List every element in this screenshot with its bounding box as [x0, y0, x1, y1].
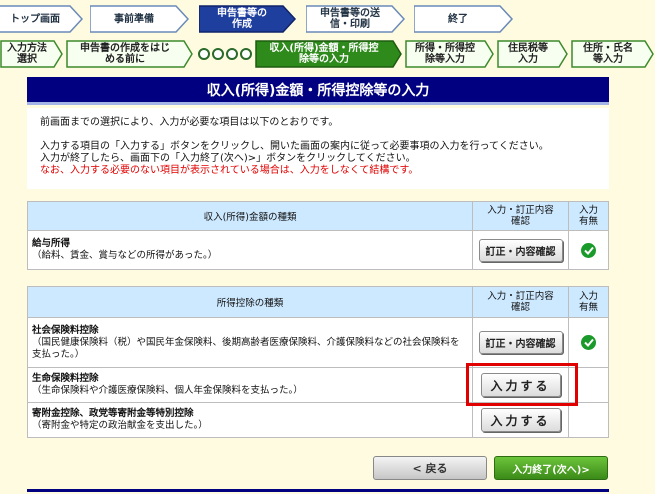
edit-confirm-button[interactable]: 訂正・内容確認 — [478, 238, 563, 262]
donation-input-button[interactable]: 入力する — [480, 408, 561, 432]
substep-before-start[interactable]: 申告書の作成をはじめる前に — [66, 40, 194, 68]
row-status-cell — [568, 402, 609, 438]
intro-panel: 前画面までの選択により、入力が必要な項目は以下のとおりです。 入力する項目の「入… — [27, 108, 609, 189]
row-label: 寄附金控除、政党等寄附金等特別控除 （寄附金や特定の政治献金を支出した。） — [26, 402, 474, 438]
row-name: 給与所得 — [32, 238, 71, 249]
intro-note: なお、入力する必要のない項目が表示されている場合は、入力をしなくて結構です。 — [40, 165, 419, 176]
table-row: 社会保険料控除 （国民健康保険料（税）や国民年金保険料、後期高齢者医療保険料、介… — [26, 317, 609, 368]
progress-dot — [226, 48, 238, 60]
substep-input-method[interactable]: 入力方法選択 — [0, 40, 64, 68]
substep-label: 所得・所得控除等入力 — [415, 43, 475, 65]
step-label: 事前準備 — [114, 13, 154, 25]
step-send-print[interactable]: 申告書等の送信・印刷 — [306, 5, 406, 33]
substep-income-deduction-input[interactable]: 所得・所得控除等入力 — [405, 40, 495, 68]
row-desc: （寄附金や特定の政治献金を支出した。） — [32, 420, 208, 431]
row-action-cell: 訂正・内容確認 — [472, 317, 570, 368]
intro-text: 入力する項目の「入力する」ボタンをクリックし、開いた画面の案内に従って必要事項の… — [40, 141, 549, 152]
highlight-box — [466, 363, 578, 406]
progress-dot — [212, 48, 224, 60]
substep-label: 住所・氏名等入力 — [583, 43, 633, 65]
step-label: 申告書等の作成 — [217, 8, 267, 30]
row-name: 社会保険料控除 — [32, 324, 99, 336]
row-desc: （生命保険料や介護医療保険料、個人年金保険料を支払った。） — [32, 385, 303, 396]
table-row: 給与所得 （給料、賃金、賞与などの所得があった。） 訂正・内容確認 — [26, 230, 609, 270]
header-status: 入力有無 — [568, 201, 609, 231]
step-create-return: 申告書等の作成 — [199, 5, 297, 33]
row-status-cell — [568, 230, 609, 270]
progress-dots — [198, 44, 252, 60]
header-status: 入力有無 — [568, 286, 609, 318]
row-label: 社会保険料控除 （国民健康保険料（税）や国民年金保険料、後期高齢者医療保険料、介… — [26, 317, 474, 368]
step-label: 終了 — [448, 13, 468, 25]
deduction-table: 所得控除の種類 入力・訂正内容確認 入力有無 社会保険料控除 （国民健康保険料（… — [26, 286, 609, 438]
intro-text: 前画面までの選択により、入力が必要な項目は以下のとおりです。 — [40, 117, 339, 128]
step-label: トップ画面 — [10, 13, 60, 25]
substep-label: 住民税等入力 — [508, 43, 548, 65]
substep-address-name[interactable]: 住所・氏名等入力 — [571, 40, 655, 68]
progress-dot — [198, 48, 210, 60]
edit-confirm-button[interactable]: 訂正・内容確認 — [478, 331, 563, 354]
intro-text: 入力が終了したら、画面下の「入力終了(次へ)>」ボタンをクリックしてください。 — [40, 153, 416, 164]
row-label: 生命保険料控除 （生命保険料や介護医療保険料、個人年金保険料を支払った。） — [26, 367, 474, 403]
check-icon — [581, 242, 596, 258]
step-finish[interactable]: 終了 — [414, 5, 514, 33]
header-action: 入力・訂正内容確認 — [472, 201, 570, 231]
back-button[interactable]: < 戻る — [373, 456, 487, 480]
row-desc: （国民健康保険料（税）や国民年金保険料、後期高齢者医療保険料、介護保険料などの社… — [32, 336, 460, 360]
row-label: 給与所得 （給料、賃金、賞与などの所得があった。） — [26, 230, 474, 270]
row-name: 寄附金控除、政党等寄附金等特別控除 — [32, 408, 194, 419]
header-action: 入力・訂正内容確認 — [472, 286, 570, 318]
row-action-cell: 入力する — [472, 402, 570, 438]
row-status-cell — [568, 317, 609, 368]
check-icon — [581, 335, 596, 350]
row-desc: （給料、賃金、賞与などの所得があった。） — [32, 250, 218, 261]
table-row: 寄附金控除、政党等寄附金等特別控除 （寄附金や特定の政治献金を支出した。） 入力… — [26, 402, 609, 438]
page-title: 収入(所得)金額・所得控除等の入力 — [27, 77, 609, 105]
substep-label: 収入(所得)金額・所得控除等の入力 — [269, 43, 379, 65]
step-label: 申告書等の送信・印刷 — [320, 8, 380, 30]
step-preparation[interactable]: 事前準備 — [90, 5, 190, 33]
row-action-cell: 訂正・内容確認 — [472, 230, 570, 270]
row-name: 生命保険料控除 — [32, 373, 99, 384]
finish-input-next-button[interactable]: 入力終了(次へ)> — [494, 456, 608, 480]
header-income-type: 収入(所得)金額の種類 — [26, 201, 474, 231]
substep-label: 入力方法選択 — [7, 43, 47, 65]
substep-resident-tax[interactable]: 住民税等入力 — [497, 40, 569, 68]
progress-dot — [240, 48, 252, 60]
bottom-divider — [27, 489, 609, 492]
income-table: 収入(所得)金額の種類 入力・訂正内容確認 入力有無 給与所得 （給料、賃金、賞… — [26, 201, 609, 270]
substep-label: 申告書の作成をはじめる前に — [80, 43, 170, 65]
header-deduction-type: 所得控除の種類 — [26, 286, 474, 318]
step-top-screen[interactable]: トップ画面 — [0, 5, 84, 33]
substep-income-deduction: 収入(所得)金額・所得控除等の入力 — [255, 40, 403, 68]
